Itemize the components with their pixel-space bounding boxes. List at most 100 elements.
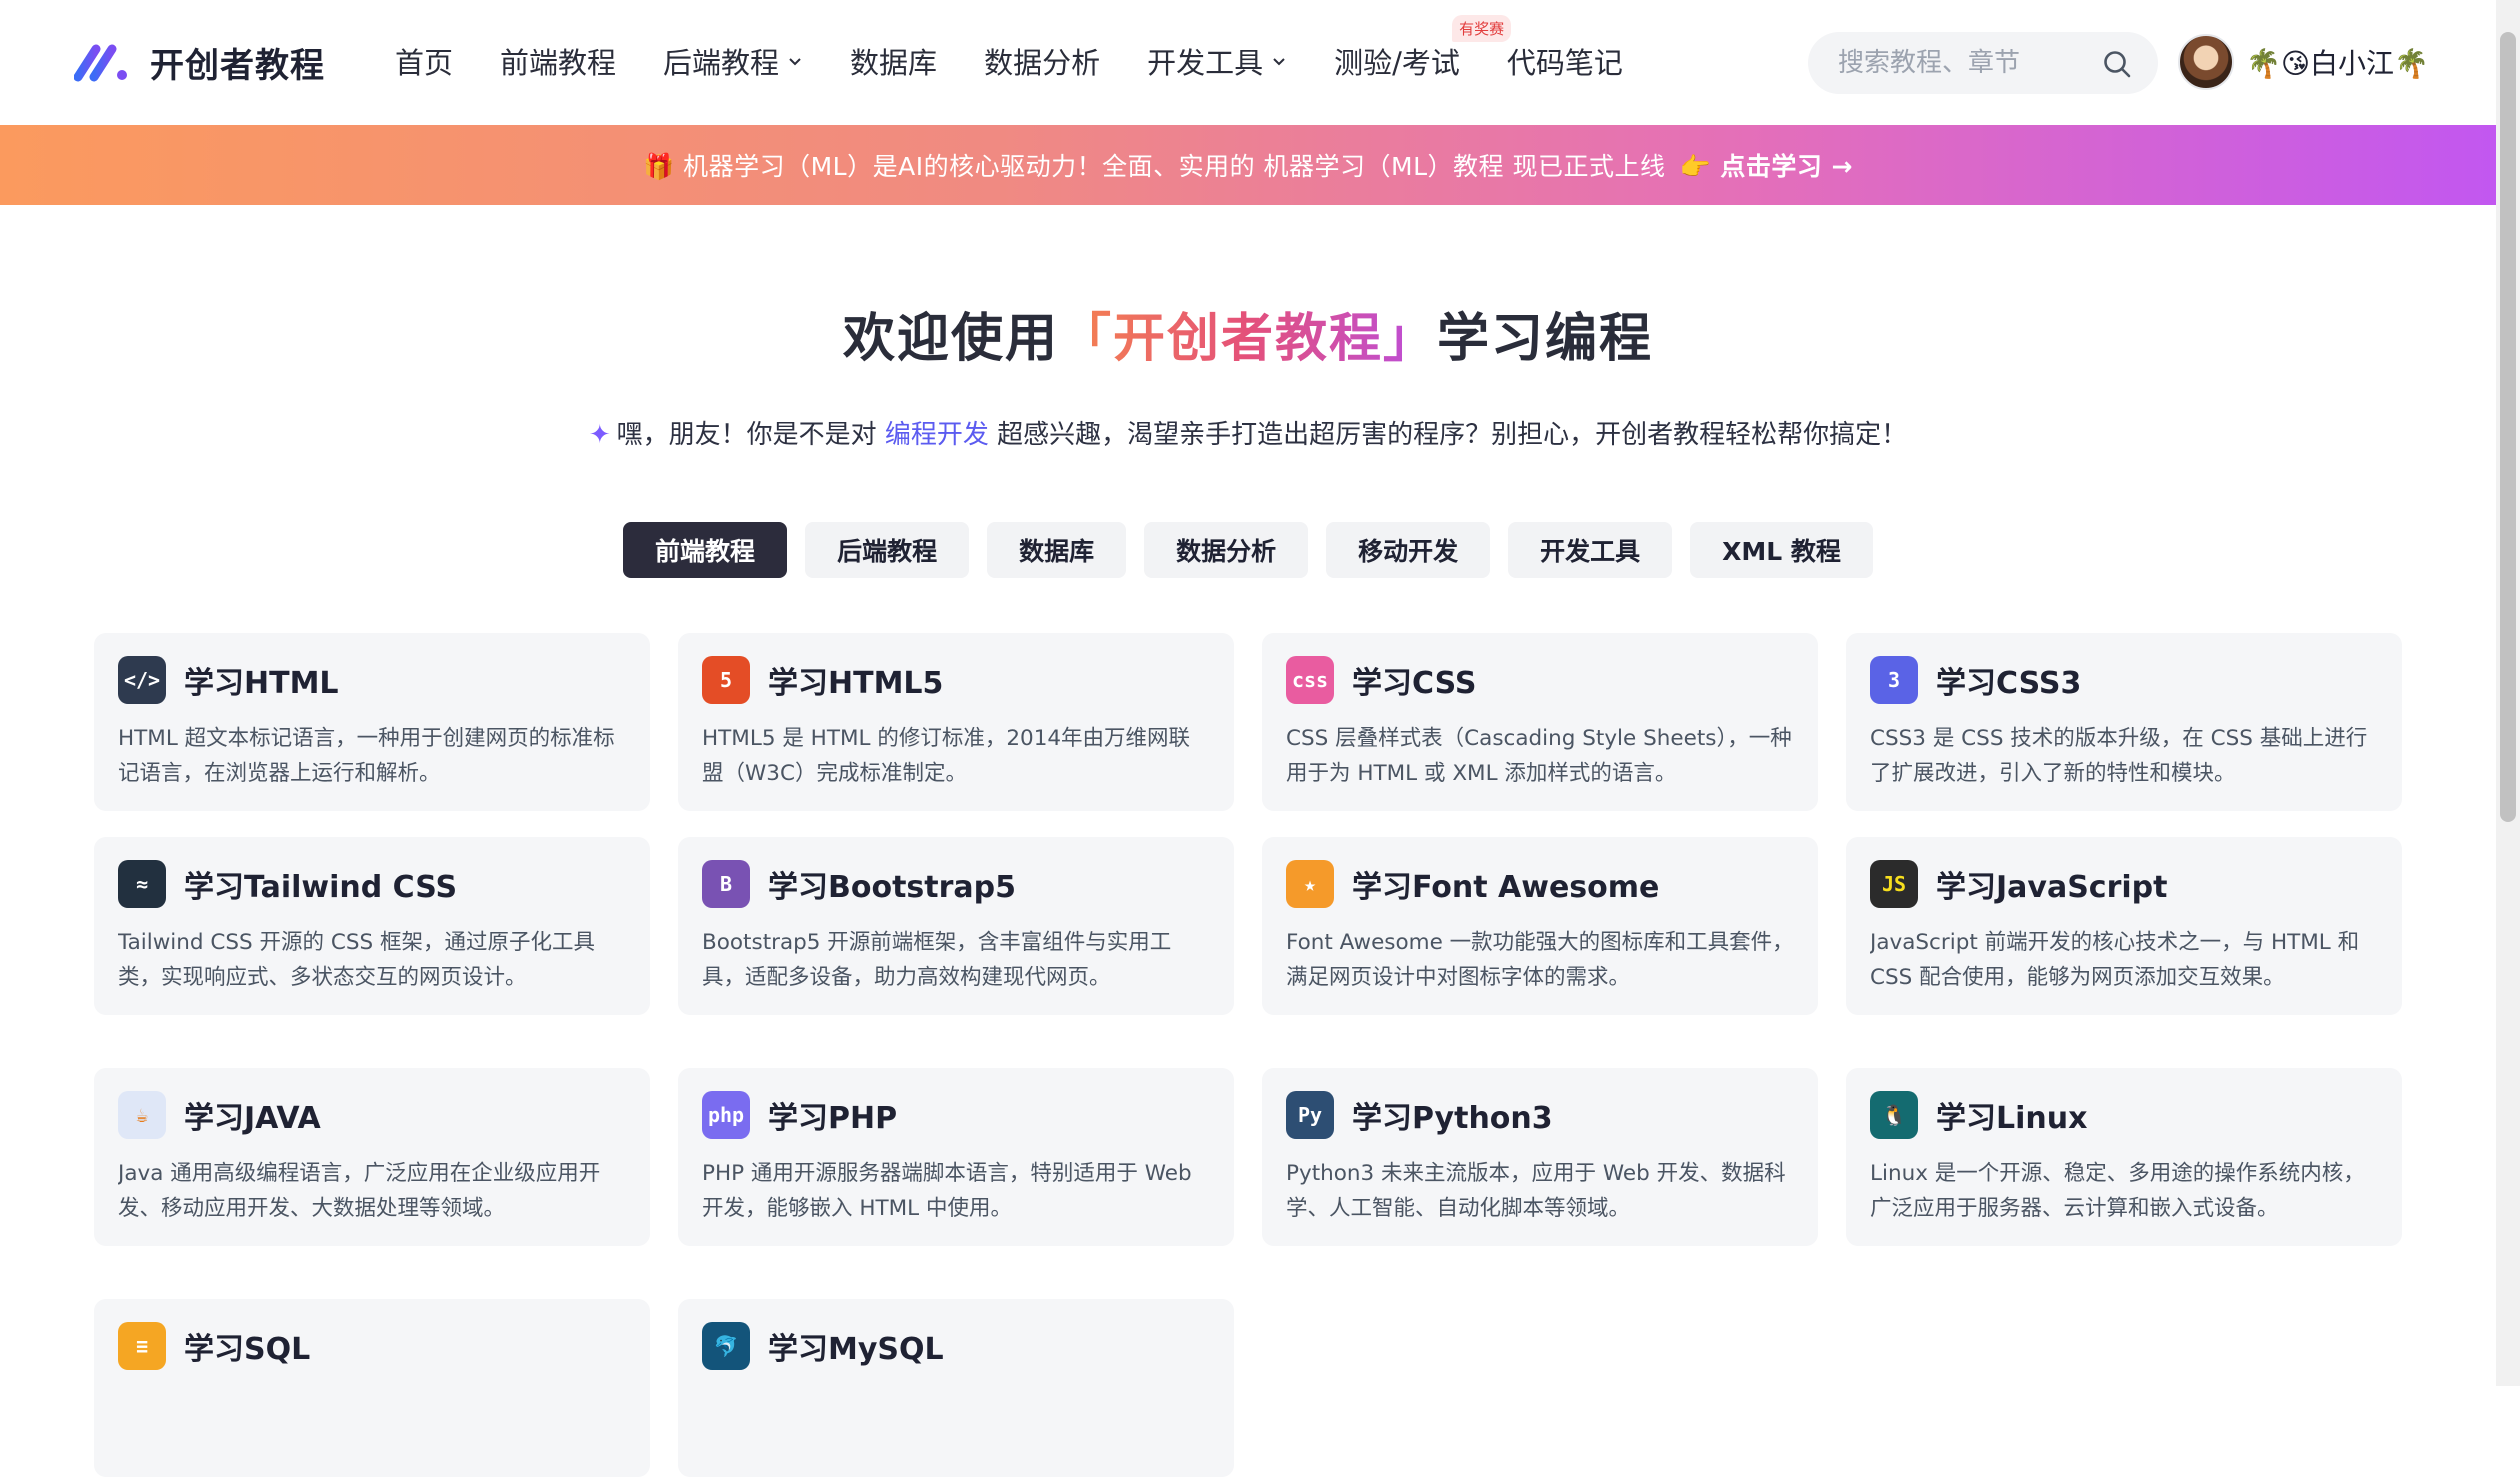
tutorial-card[interactable]: 🐧 学习Linux Linux 是一个开源、稳定、多用途的操作系统内核，广泛应用于服… [1846,1068,2402,1246]
prize-badge: 有奖赛 [1452,15,1512,42]
logo-text: 开创者教程 [150,46,325,86]
card-title: 学习CSS [1352,666,1477,701]
card-title: 学习HTML [184,666,339,701]
logo-mark-icon [74,44,127,81]
card-title: 学习Python3 [1352,1101,1553,1136]
card-header: ≡ 学习SQL [118,1321,626,1371]
card-description: Tailwind CSS 开源的 CSS 框架，通过原子化工具类，实现响应式、多… [118,930,595,990]
nav-item-1[interactable]: 前端教程 [500,40,616,82]
card-header: Py 学习Python3 [1286,1090,1794,1140]
card-header: ☕ 学习JAVA [118,1090,626,1140]
tutorial-card[interactable]: </> 学习HTML HTML 超文本标记语言，一种用于创建网页的标准标记语言，在浏… [94,633,650,811]
sparkle-icon: ✦ [588,420,611,450]
tab-5[interactable]: 开发工具 [1508,522,1673,578]
main-nav: 首页 前端教程 后端教程 数据库 数据分析 开发工具 测验/考试 有奖赛代码笔记 [395,15,1670,82]
card-description: PHP 通用开源服务器端脚本语言，特别适用于 Web 开发，能够嵌入 HTML … [702,1161,1192,1221]
tutorial-card[interactable]: 3 学习CSS3 CSS3 是 CSS 技术的版本升级，在 CSS 基础上进行了扩展… [1846,633,2402,811]
nav-item-label: 数据库 [850,46,938,80]
nav-item-label: 后端教程 [663,46,780,80]
card-description: Linux 是一个开源、稳定、多用途的操作系统内核，广泛应用于服务器、云计算和嵌… [1870,1161,2365,1221]
nav-item-4[interactable]: 数据分析 [984,40,1100,82]
nav-item-label: 代码笔记 [1506,46,1623,80]
user-menu[interactable]: 🌴😘白小江🌴 [2178,34,2429,90]
card-title: 学习Tailwind CSS [184,870,458,905]
promo-banner[interactable]: 🎁 机器学习（ML）是AI的核心驱动力！全面、实用的 机器学习（ML）教程 现已… [0,125,2496,205]
java-icon: ☕ [118,1091,166,1139]
tutorial-card[interactable]: ≈ 学习Tailwind CSS Tailwind CSS 开源的 CSS 框架，通… [94,837,650,1015]
card-title: 学习JAVA [184,1101,321,1136]
tab-1[interactable]: 后端教程 [805,522,970,578]
card-description: HTML 超文本标记语言，一种用于创建网页的标准标记语言，在浏览器上运行和解析。 [118,726,615,786]
tutorial-card[interactable]: ☕ 学习JAVA Java 通用高级编程语言，广泛应用在企业级应用开发、移动应用开发… [94,1068,650,1246]
tab-3[interactable]: 数据分析 [1144,522,1309,578]
tab-0[interactable]: 前端教程 [623,522,788,578]
card-title: 学习HTML5 [768,666,944,701]
python-icon: Py [1286,1091,1334,1139]
search-icon[interactable] [2102,49,2132,79]
php-icon: php [702,1091,750,1139]
card-title: 学习Font Awesome [1352,870,1660,905]
nav-item-label: 前端教程 [500,46,617,80]
hero-title-pre: 欢迎使用 [842,309,1059,369]
card-header: B 学习Bootstrap5 [702,859,1210,909]
tailwind-icon: ≈ [118,860,166,908]
hero-title: 欢迎使用「开创者教程」学习编程 [0,296,2496,371]
hero-subtitle: ✦ 嘿，朋友！你是不是对 编程开发 超感兴趣，渴望亲手打造出超厉害的程序？别担心，… [0,414,2496,451]
card-title: 学习Linux [1936,1101,2088,1136]
tutorial-card[interactable]: JS 学习JavaScript JavaScript 前端开发的核心技术之一，与 H… [1846,837,2402,1015]
tutorial-card[interactable]: php 学习PHP PHP 通用开源服务器端脚本语言，特别适用于 Web 开发，能够… [678,1068,1234,1246]
card-description: Python3 未来主流版本，应用于 Web 开发、数据科学、人工智能、自动化脚… [1286,1161,1786,1221]
tab-4[interactable]: 移动开发 [1326,522,1491,578]
nav-item-7[interactable]: 代码笔记 [1507,40,1623,82]
chevron-down-icon [789,58,801,66]
sql-icon: ≡ [118,1322,166,1370]
category-tabs: 前端教程 后端教程 数据库 数据分析 移动开发 开发工具 XML 教程 [0,522,2496,578]
nav-item-5[interactable]: 开发工具 [1147,40,1287,82]
search-input[interactable] [1838,48,2098,78]
card-header: 🐬 学习MySQL [702,1321,1210,1371]
avatar[interactable] [2178,34,2234,90]
nav-item-2[interactable]: 后端教程 [663,40,803,82]
card-description: CSS 层叠样式表（Cascading Style Sheets），一种用于为 … [1286,726,1792,786]
tutorial-card[interactable]: css 学习CSS CSS 层叠样式表（Cascading Style Sheets… [1262,633,1818,811]
nav-item-6[interactable]: 测验/考试 有奖赛 [1334,15,1512,82]
card-header: </> 学习HTML [118,655,626,705]
username: 🌴😘白小江🌴 [2246,47,2429,80]
tab-2[interactable]: 数据库 [987,522,1127,578]
card-title: 学习PHP [768,1101,898,1136]
tutorial-card[interactable]: Py 学习Python3 Python3 未来主流版本，应用于 Web 开发、数据科… [1262,1068,1818,1246]
card-header: ★ 学习Font Awesome [1286,859,1794,909]
card-header: JS 学习JavaScript [1870,859,2378,909]
banner-cta-link[interactable]: 👉 点击学习 → [1679,147,1852,183]
card-description [118,1387,626,1457]
hero-title-post: 学习编程 [1437,309,1654,369]
nav-item-label: 首页 [395,46,454,80]
tutorial-card[interactable]: ★ 学习Font Awesome Font Awesome 一款功能强大的图标库和工… [1262,837,1818,1015]
card-title: 学习CSS3 [1936,666,2082,701]
banner-text: 🎁 机器学习（ML）是AI的核心驱动力！全面、实用的 机器学习（ML）教程 现已… [643,152,1666,181]
search-box[interactable] [1808,32,2158,94]
nav-item-label: 数据分析 [984,46,1101,80]
hero-sub-a: 嘿，朋友！你是不是对 [616,420,877,450]
card-header: 3 学习CSS3 [1870,655,2378,705]
site-logo[interactable]: 开创者教程 [74,38,325,87]
nav-item-label: 测验/考试 [1334,46,1460,80]
hero-sub-highlight[interactable]: 编程开发 [885,420,989,450]
card-description: HTML5 是 HTML 的修订标准，2014年由万维网联盟（W3C）完成标准制… [702,726,1191,786]
tutorial-card[interactable]: ≡ 学习SQL [94,1299,650,1477]
tutorial-card[interactable]: B 学习Bootstrap5 Bootstrap5 开源前端框架，含丰富组件与实用工… [678,837,1234,1015]
card-title: 学习JavaScript [1936,870,2168,905]
scrollbar-thumb[interactable] [2500,32,2516,822]
card-header: 5 学习HTML5 [702,655,1210,705]
nav-item-0[interactable]: 首页 [395,40,453,82]
card-header: php 学习PHP [702,1090,1210,1140]
font-awesome-icon: ★ [1286,860,1334,908]
nav-item-3[interactable]: 数据库 [850,40,937,82]
card-title: 学习SQL [184,1332,311,1367]
tab-6[interactable]: XML 教程 [1690,522,1873,578]
linux-icon: 🐧 [1870,1091,1918,1139]
card-description: Bootstrap5 开源前端框架，含丰富组件与实用工具，适配多设备，助力高效构… [702,930,1172,990]
tutorial-card[interactable]: 5 学习HTML5 HTML5 是 HTML 的修订标准，2014年由万维网联盟（W… [678,633,1234,811]
nav-item-label: 开发工具 [1147,46,1264,80]
tutorial-card[interactable]: 🐬 学习MySQL [678,1299,1234,1477]
